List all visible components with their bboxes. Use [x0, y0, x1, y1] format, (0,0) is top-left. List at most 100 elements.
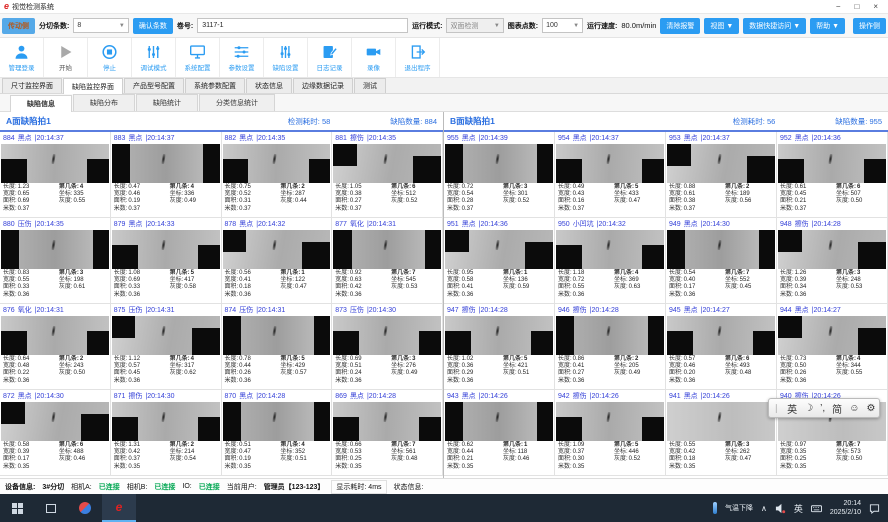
defect-cell[interactable]: 876 氧化 |20:14:31 长度:0.64 第几条:2 宽度:0.48 坐… — [0, 304, 111, 390]
defect-settings-button[interactable]: 缺陷设置 — [264, 38, 308, 77]
confirm-count-button[interactable]: 确认条数 — [133, 18, 173, 34]
defect-cell[interactable]: 875 压伤 |20:14:31 长度:1.12 第几条:4 宽度:0.57 坐… — [111, 304, 222, 390]
subtab-defect-distribution[interactable]: 缺陷分布 — [73, 94, 135, 111]
log-record-button[interactable]: 日志记录 — [308, 38, 352, 77]
defect-cell[interactable]: 942 擦伤 |20:14:26 长度:1.09 第几条:5 宽度:0.37 坐… — [555, 390, 666, 476]
defect-cell[interactable]: 874 压伤 |20:14:31 长度:0.78 第几条:5 宽度:0.44 坐… — [222, 304, 333, 390]
defect-width: 0.54 — [462, 191, 474, 197]
defect-cell[interactable]: 941 黑点 |20:14:26 长度:0.55 第几条:3 宽度:0.42 坐… — [666, 390, 777, 476]
defect-cell[interactable]: 871 擦伤 |20:14:30 长度:1.31 第几条:2 宽度:0.42 坐… — [111, 390, 222, 476]
tab-edge-data-record[interactable]: 边缘数据记录 — [293, 78, 353, 93]
defect-cell[interactable]: 882 黑点 |20:14:35 长度:0.75 第几条:2 宽度:0.52 坐… — [222, 132, 333, 218]
ime-moon-icon[interactable]: ☽ — [804, 403, 813, 414]
system-config-button[interactable]: 系统配置 — [176, 38, 220, 77]
tab-size-monitor[interactable]: 尺寸监控界面 — [2, 78, 62, 93]
ime-toolbar[interactable]: ❘ 英 ☽ ’, 简 ☺ ⚙ — [768, 398, 880, 418]
ime-settings-gear-icon[interactable]: ⚙ — [866, 403, 875, 414]
defect-meta: 长度:1.08 第几条:5 宽度:0.69 坐标:417 面积:0.33 灰度:… — [111, 269, 221, 303]
defect-cell[interactable]: 944 黑点 |20:14:27 长度:0.73 第几条:4 宽度:0.50 坐… — [777, 304, 888, 390]
ime-emoji-button[interactable]: ☺ — [849, 403, 859, 414]
defect-image — [333, 316, 441, 355]
help-menu-button[interactable]: 帮助 ▼ — [810, 18, 845, 34]
subtab-class-info-statistics[interactable]: 分类信息统计 — [199, 94, 275, 111]
view-menu-button[interactable]: 视图 ▼ — [704, 18, 739, 34]
close-button[interactable]: × — [873, 2, 878, 12]
tab-status-info[interactable]: 状态信息 — [246, 78, 292, 93]
maximize-button[interactable]: □ — [854, 2, 859, 12]
clear-alarm-button[interactable]: 清除报警 — [660, 18, 700, 34]
tray-expand-chevron[interactable]: ∧ — [761, 504, 767, 513]
defect-cell[interactable]: 952 黑点 |20:14:36 长度:0.61 第几条:6 宽度:0.45 坐… — [777, 132, 888, 218]
defect-area: 0.26 — [795, 370, 807, 376]
run-mode-select[interactable]: 双面检测▼ — [446, 18, 503, 33]
minimize-button[interactable]: − — [836, 2, 841, 12]
parameter-settings-button[interactable]: 参数设置 — [220, 38, 264, 77]
exit-program-button[interactable]: 退出程序 — [396, 38, 440, 77]
tab-system-param-config[interactable]: 系统参数配置 — [185, 78, 245, 93]
ime-punctuation-toggle[interactable]: ’, — [820, 403, 825, 414]
defect-cell[interactable]: 951 黑点 |20:14:36 长度:0.95 第几条:1 宽度:0.58 坐… — [444, 218, 555, 304]
task-view-button[interactable] — [34, 494, 68, 522]
defect-cell[interactable]: 953 黑点 |20:14:37 长度:0.88 第几条:2 宽度:0.61 坐… — [666, 132, 777, 218]
start-button[interactable] — [0, 494, 34, 522]
tab-product-model-config[interactable]: 产品型号配置 — [124, 78, 184, 93]
defect-cell[interactable]: 879 黑点 |20:14:33 长度:1.08 第几条:5 宽度:0.69 坐… — [111, 218, 222, 304]
keyboard-icon[interactable] — [811, 503, 822, 514]
defect-strip-no: 1 — [524, 442, 527, 448]
defect-cell[interactable]: 884 黑点 |20:14:37 长度:1.23 第几条:4 宽度:0.65 坐… — [0, 132, 111, 218]
defect-cell[interactable]: 955 黑点 |20:14:39 长度:0.72 第几条:3 宽度:0.54 坐… — [444, 132, 555, 218]
taskbar-clock[interactable]: 20:14 2025/2/10 — [830, 499, 861, 517]
data-quick-access-button[interactable]: 数据快捷访问 ▼ — [743, 18, 806, 34]
defect-cell[interactable]: 878 黑点 |20:14:32 长度:0.56 第几条:1 宽度:0.41 坐… — [222, 218, 333, 304]
defect-strip-no: 3 — [746, 442, 749, 448]
defect-cell[interactable]: 954 黑点 |20:14:37 长度:0.49 第几条:5 宽度:0.43 坐… — [555, 132, 666, 218]
admin-login-button[interactable]: 管理登录 — [0, 38, 44, 77]
roll-number-input[interactable]: 3117-1 — [197, 18, 408, 33]
defect-width: 0.44 — [462, 449, 474, 455]
ime-english-toggle[interactable]: 英 — [787, 401, 797, 416]
ime-simplified-toggle[interactable]: 简 — [832, 401, 842, 416]
defect-meta: 长度:0.47 第几条:4 宽度:0.46 坐标:336 面积:0.19 灰度:… — [111, 183, 221, 217]
stop-button[interactable]: 停止 — [88, 38, 132, 77]
speaker-icon[interactable] — [775, 503, 786, 514]
taskbar-app-inspection[interactable]: e — [102, 494, 136, 522]
defect-cell[interactable]: 946 擦伤 |20:14:28 长度:0.86 第几条:2 宽度:0.41 坐… — [555, 304, 666, 390]
defect-cell[interactable]: 950 小凹坑 |20:14:32 长度:1.18 第几条:4 宽度:0.72 … — [555, 218, 666, 304]
defect-meta: 长度:0.92 第几条:7 宽度:0.63 坐标:545 面积:0.42 灰度:… — [332, 269, 442, 303]
subtab-defect-info[interactable]: 缺陷信息 — [10, 95, 72, 112]
chart-points-select[interactable]: 100▼ — [542, 18, 583, 33]
slit-count-select[interactable]: 8▼ — [73, 18, 129, 33]
weather-text[interactable]: 气温下降 — [725, 503, 753, 513]
video-record-button[interactable]: 录像 — [352, 38, 396, 77]
defect-cell[interactable]: 870 黑点 |20:14:28 长度:0.51 第几条:4 宽度:0.47 坐… — [222, 390, 333, 476]
taskbar-app-browser[interactable] — [68, 494, 102, 522]
debug-mode-button[interactable]: 调试模式 — [132, 38, 176, 77]
defect-cell[interactable]: 947 擦伤 |20:14:28 长度:1.02 第几条:5 宽度:0.36 坐… — [444, 304, 555, 390]
defect-cell[interactable]: 883 黑点 |20:14:37 长度:0.47 第几条:4 宽度:0.46 坐… — [111, 132, 222, 218]
defect-cell[interactable]: 945 黑点 |20:14:27 长度:0.57 第几条:6 宽度:0.46 坐… — [666, 304, 777, 390]
operator-side-button[interactable]: 操作侧 — [853, 18, 886, 34]
defect-cell[interactable]: 869 黑点 |20:14:28 长度:0.66 第几条:7 宽度:0.53 坐… — [332, 390, 443, 476]
notification-center-icon[interactable] — [869, 503, 880, 514]
defect-cell[interactable]: 880 压伤 |20:14:35 长度:0.83 第几条:3 宽度:0.55 坐… — [0, 218, 111, 304]
defect-cell[interactable]: 872 黑点 |20:14:30 长度:0.58 第几条:6 宽度:0.39 坐… — [0, 390, 111, 476]
ime-drag-handle[interactable]: ❘ — [773, 403, 781, 414]
defect-coordinate: 507 — [851, 191, 861, 197]
defect-id: 878 — [225, 221, 237, 228]
defect-meter: 0.35 — [462, 464, 474, 470]
defect-cell[interactable]: 873 压伤 |20:14:30 长度:0.69 第几条:3 宽度:0.51 坐… — [332, 304, 443, 390]
ime-language-indicator[interactable]: 英 — [794, 502, 803, 515]
defect-cell[interactable]: 949 黑点 |20:14:30 长度:0.54 第几条:7 宽度:0.40 坐… — [666, 218, 777, 304]
tab-test[interactable]: 测试 — [354, 78, 386, 93]
defect-cell[interactable]: 943 黑点 |20:14:26 长度:0.62 第几条:1 宽度:0.44 坐… — [444, 390, 555, 476]
subtab-defect-statistics[interactable]: 缺陷统计 — [136, 94, 198, 111]
defect-strip-no: 7 — [857, 442, 860, 448]
defect-cell[interactable]: 877 氧化 |20:14:31 长度:0.92 第几条:7 宽度:0.63 坐… — [332, 218, 443, 304]
defect-length: 1.02 — [462, 356, 474, 362]
defect-cell[interactable]: 948 擦伤 |20:14:28 长度:1.26 第几条:3 宽度:0.39 坐… — [777, 218, 888, 304]
defect-cell[interactable]: 881 擦伤 |20:14:35 长度:1.05 第几条:6 宽度:0.38 坐… — [332, 132, 443, 218]
drive-side-button[interactable]: 传动侧 — [2, 18, 35, 34]
start-button[interactable]: 开始 — [44, 38, 88, 77]
defect-type: 黑点 — [239, 391, 253, 401]
tab-defect-monitor[interactable]: 缺陷监控界面 — [63, 78, 123, 94]
